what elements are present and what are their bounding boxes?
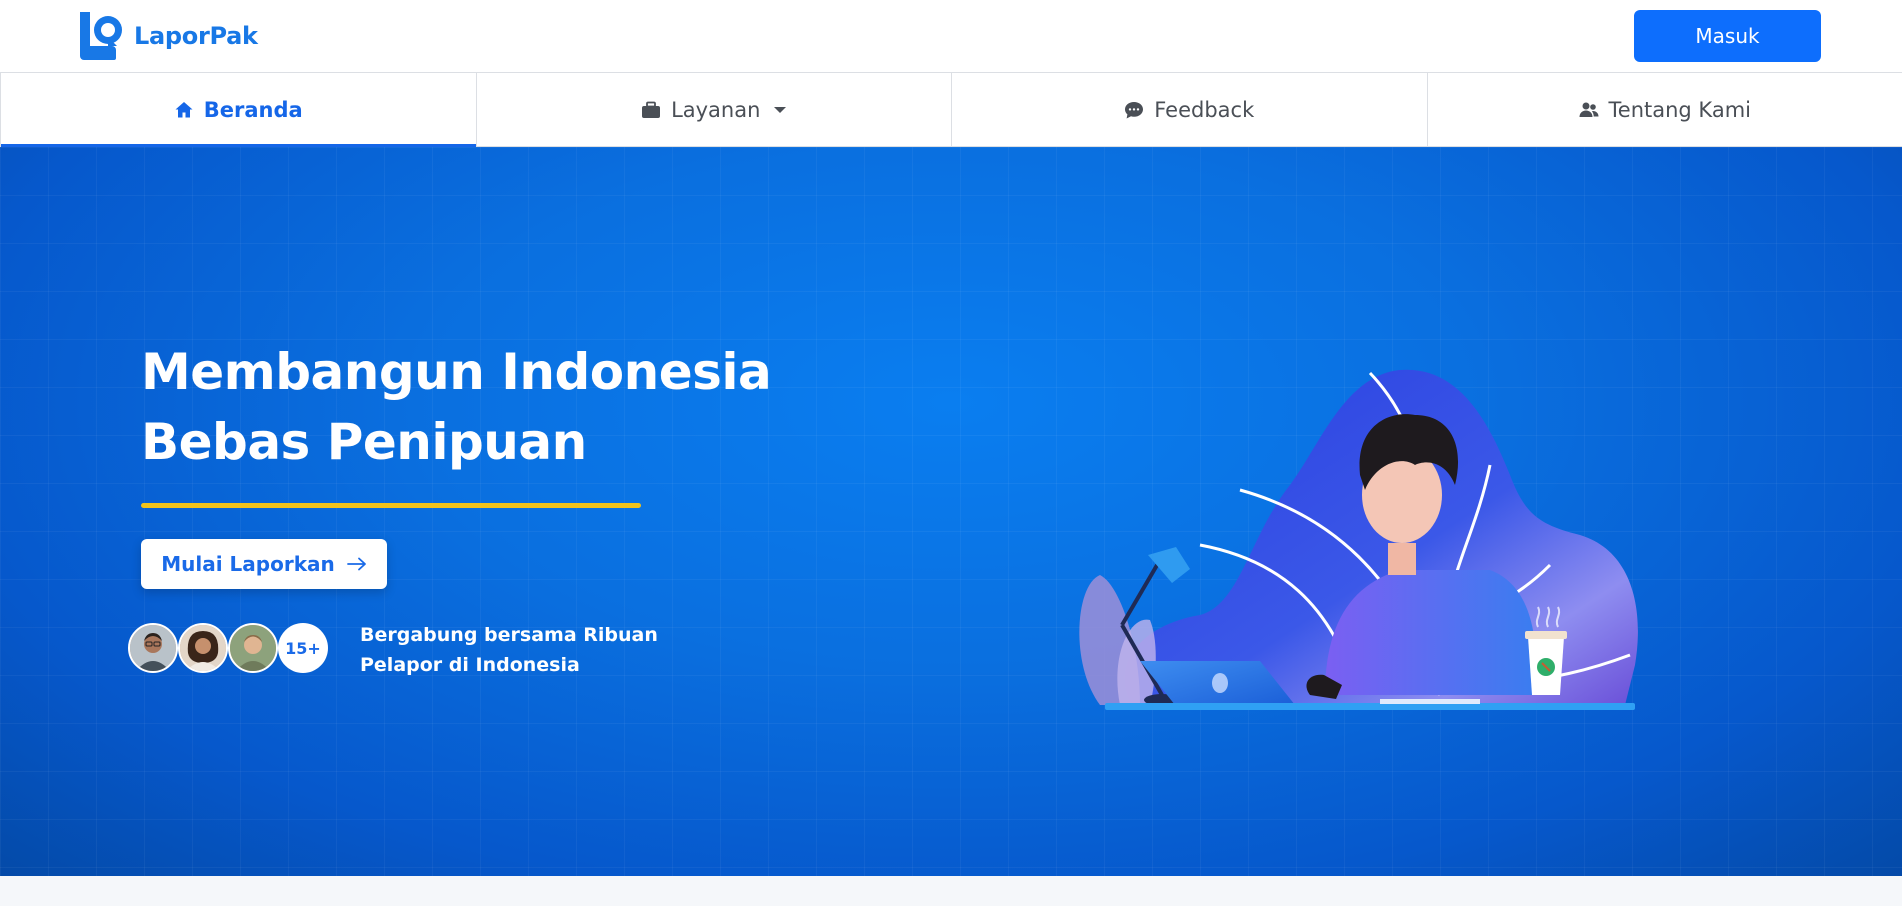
hero-title-line: Membangun Indonesia (141, 343, 772, 401)
join-caption-line: Bergabung bersama Ribuan (360, 624, 658, 646)
avatar-count-badge: 15+ (278, 623, 328, 673)
join-caption: Bergabung bersama Ribuan Pelapor di Indo… (360, 620, 700, 680)
arrow-right-icon (346, 557, 366, 571)
avatar (178, 623, 228, 673)
login-button[interactable]: Masuk (1634, 10, 1821, 62)
logo-icon (80, 12, 122, 60)
landing-page: LaporPak Masuk Beranda Layanan Feedback … (0, 0, 1902, 906)
join-caption-line: Pelapor di Indonesia (360, 654, 580, 676)
avatar (228, 623, 278, 673)
page-footer-strip (0, 876, 1902, 906)
nav-item-label: Layanan (671, 97, 761, 122)
title-underline (141, 503, 641, 508)
avatar (128, 623, 178, 673)
avatar-group: 15+ (128, 623, 328, 673)
nav-item-label: Tentang Kami (1608, 97, 1751, 122)
chat-icon (1125, 101, 1144, 118)
hero-title-line: Bebas Penipuan (141, 413, 587, 471)
logo-link[interactable]: LaporPak (78, 10, 258, 62)
nav-item-tentang-kami[interactable]: Tentang Kami (1426, 73, 1902, 146)
users-icon (1579, 102, 1599, 117)
hero-title: Membangun Indonesia Bebas Penipuan (141, 337, 841, 477)
top-header: LaporPak Masuk (0, 0, 1902, 72)
nav-item-feedback[interactable]: Feedback (951, 73, 1427, 146)
start-report-button[interactable]: Mulai Laporkan (141, 539, 387, 589)
home-icon (175, 101, 193, 117)
briefcase-icon (642, 101, 661, 118)
hero-illustration (1079, 369, 1638, 710)
cta-label: Mulai Laporkan (161, 552, 335, 576)
nav-item-beranda[interactable]: Beranda (0, 73, 476, 147)
chevron-down-icon (774, 106, 787, 113)
logo-text: LaporPak (134, 22, 258, 50)
nav-item-label: Beranda (203, 97, 303, 122)
hero-section: Membangun Indonesia Bebas Penipuan Mulai… (0, 147, 1902, 876)
main-nav: Beranda Layanan Feedback Tentang Kami (0, 72, 1902, 147)
nav-item-label: Feedback (1154, 97, 1255, 122)
nav-item-layanan[interactable]: Layanan (475, 73, 952, 146)
